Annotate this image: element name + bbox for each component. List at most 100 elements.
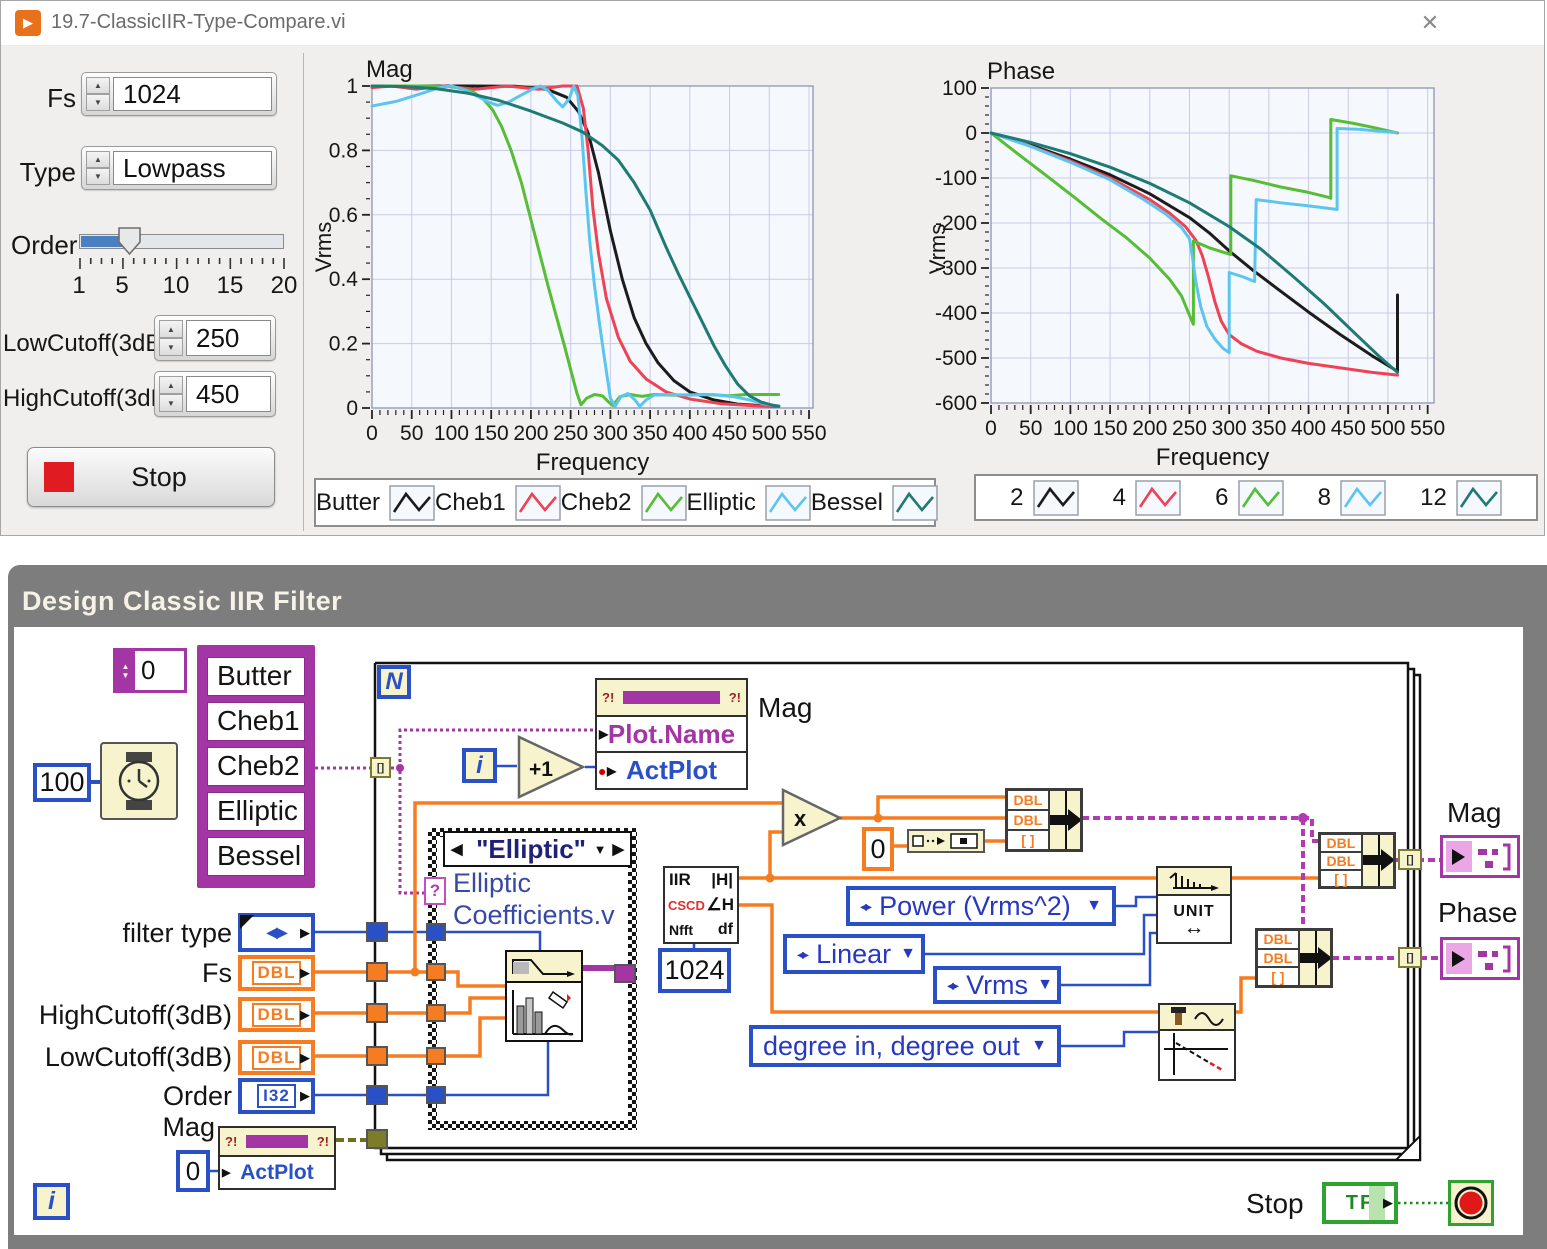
case-tunnel-filter-type[interactable] (426, 923, 446, 941)
linear-ring-constant[interactable]: ◂▸Linear▼ (783, 934, 925, 974)
mag-indicator-label: Mag (1447, 797, 1501, 829)
actplot-property[interactable]: ●▶ActPlot (597, 753, 746, 788)
x-tick-label: 150 (1093, 417, 1128, 440)
mag-ref-property-node[interactable]: ?!?! ▶ActPlot (218, 1126, 336, 1190)
filter-type-terminal[interactable]: ◀▶ ▶ (238, 913, 315, 952)
y-tick-label: -100 (935, 167, 977, 190)
loop-tunnel-fs[interactable] (366, 962, 388, 982)
case-dropdown-icon[interactable]: ▼ (594, 842, 607, 857)
build-array-node[interactable] (907, 829, 985, 853)
wait-ms-constant[interactable]: 100 (33, 763, 91, 802)
enum-item-bessel[interactable]: Bessel (207, 837, 305, 876)
property-node-label: Mag (758, 692, 812, 724)
ring-icon: ◂▸ (947, 977, 957, 994)
loop-count-terminal[interactable]: N (377, 665, 411, 699)
case-tunnel-fs[interactable] (426, 963, 446, 981)
chart-mag[interactable]: 05010015020025030035040045050055010.80.6… (311, 56, 827, 476)
phase-indicator[interactable] (1440, 937, 1520, 980)
subvi-label-line2: Coefficients.v (453, 900, 615, 931)
enum-item-elliptic[interactable]: Elliptic (207, 792, 305, 831)
case-tunnel-order[interactable] (426, 1086, 446, 1104)
increment-node[interactable]: +1 (517, 735, 587, 799)
bundle-node-2[interactable]: DBLDBL[ ] (1318, 832, 1396, 889)
elliptic-coefficients-vi-icon[interactable] (505, 950, 583, 1042)
array-tunnel[interactable]: [] (370, 757, 391, 778)
degree-ring-constant[interactable]: degree in, degree out▼ (749, 1025, 1061, 1067)
bundle-arrow-icon (1363, 835, 1393, 886)
nfft-constant[interactable]: 1024 (658, 948, 731, 993)
x-tick-label: 150 (474, 422, 509, 445)
order-terminal[interactable]: I32▶ (238, 1078, 315, 1114)
x-tick-label: 0 (985, 417, 997, 440)
case-output-tunnel[interactable] (614, 964, 636, 983)
ring-icon: ◂▸ (797, 946, 807, 963)
plot-name-property[interactable]: ▶Plot.Name (597, 717, 746, 754)
loop-tunnel-mag-out[interactable]: [] (1398, 849, 1422, 870)
svg-text:+1: +1 (529, 758, 553, 781)
loop-tunnel-phase-out[interactable]: [] (1398, 947, 1422, 968)
y-tick-label: 0 (346, 397, 358, 420)
vrms-ring-constant[interactable]: ◂▸Vrms▼ (933, 966, 1061, 1004)
zero-constant[interactable]: 0 (862, 827, 894, 871)
order-slider-thumb[interactable] (116, 225, 144, 257)
dropdown-icon[interactable]: ▼ (1086, 897, 1102, 915)
case-selector-terminal[interactable]: ? (424, 877, 446, 905)
case-next-icon[interactable]: ▶ (606, 840, 630, 858)
phase-unwrap-node[interactable] (1158, 1003, 1236, 1081)
spectrum-unit-node[interactable]: UNIT ↔ (1156, 866, 1232, 944)
loop-tunnel-low-cutoff[interactable] (366, 1046, 388, 1066)
power-ring-constant[interactable]: ◂▸Power (Vrms^2)▼ (846, 886, 1116, 926)
dropdown-icon[interactable]: ▼ (900, 945, 916, 963)
enum-item-cheb1[interactable]: Cheb1 (207, 702, 305, 741)
mag-ref-label: Mag (120, 1112, 215, 1143)
fs-terminal[interactable]: DBL▶ (238, 955, 315, 991)
low-cutoff-terminal-label: LowCutoff(3dB) (30, 1042, 232, 1073)
filter-names-array[interactable]: Butter Cheb1 Cheb2 Elliptic Bessel (197, 645, 315, 888)
low-cutoff-terminal[interactable]: DBL▶ (238, 1040, 315, 1075)
x-tick-label: 500 (752, 422, 787, 445)
enum-spinner-icon[interactable]: ▲▼ (116, 651, 135, 690)
dropdown-icon[interactable]: ▼ (1037, 976, 1053, 994)
bundle-node-1[interactable]: DBLDBL[ ] (1005, 788, 1083, 852)
phase-indicator-label: Phase (1438, 897, 1517, 929)
y-tick-label: 0 (965, 122, 977, 145)
x-tick-label: 100 (1053, 417, 1088, 440)
y-tick-label: 0.2 (329, 333, 358, 356)
property-node-header: ?!?! (597, 680, 746, 717)
loop-tunnel-order[interactable] (366, 1085, 388, 1105)
case-tunnel-high-cutoff[interactable] (426, 1004, 446, 1022)
loop-tunnel-high-cutoff[interactable] (366, 1003, 388, 1023)
iteration-terminal-free[interactable]: i (33, 1183, 70, 1220)
x-tick-label: 300 (1212, 417, 1247, 440)
loop-iteration-terminal[interactable]: i (462, 748, 497, 783)
case-selector-value[interactable]: "Elliptic" (469, 834, 594, 865)
charts-layer[interactable]: 05010015020025030035040045050055010.80.6… (1, 1, 1547, 538)
mag-indicator[interactable] (1440, 835, 1520, 878)
chart-phase[interactable]: 0501001502002503003504004505005501000-10… (925, 58, 1445, 471)
wait-clock-icon[interactable] (100, 742, 178, 820)
x-tick-label: 450 (1331, 417, 1366, 440)
stop-boolean-terminal[interactable]: TF ▶ (1322, 1182, 1398, 1224)
dropdown-icon[interactable]: ▼ (1031, 1037, 1047, 1055)
unit-arrows-icon: ↔ (1184, 921, 1205, 935)
case-selector[interactable]: ◀ "Elliptic" ▼ ▶ (443, 831, 632, 867)
multiply-node[interactable]: x (781, 788, 843, 848)
case-prev-icon[interactable]: ◀ (445, 840, 469, 858)
iir-freq-response-node[interactable]: IIR|H| CSCD∠H Nfftdf (663, 866, 739, 944)
actplot-ref-row[interactable]: ▶ActPlot (220, 1157, 334, 1188)
high-cutoff-terminal[interactable]: DBL▶ (238, 997, 315, 1032)
enum-index-constant[interactable]: ▲▼ 0 (113, 648, 187, 693)
enum-item-butter[interactable]: Butter (207, 657, 305, 696)
stop-terminal-label: Stop (1246, 1188, 1304, 1220)
loop-tunnel-filter-type[interactable] (366, 922, 388, 942)
case-tunnel-low-cutoff[interactable] (426, 1047, 446, 1065)
stop-button-icon[interactable] (1448, 1180, 1494, 1226)
actplot-zero-constant[interactable]: 0 (176, 1150, 210, 1192)
enum-item-cheb2[interactable]: Cheb2 (207, 747, 305, 786)
loop-tunnel-mag-ref[interactable] (366, 1129, 388, 1149)
y-tick-label: -500 (935, 347, 977, 370)
front-panel-window: ▶ 19.7-ClassicIIR-Type-Compare.vi ✕ Fs ▲… (0, 0, 1545, 536)
x-tick-label: 350 (633, 422, 668, 445)
bundle-node-3[interactable]: DBLDBL[ ] (1255, 928, 1333, 988)
mag-property-node[interactable]: ?!?! ▶Plot.Name ●▶ActPlot (595, 678, 748, 790)
